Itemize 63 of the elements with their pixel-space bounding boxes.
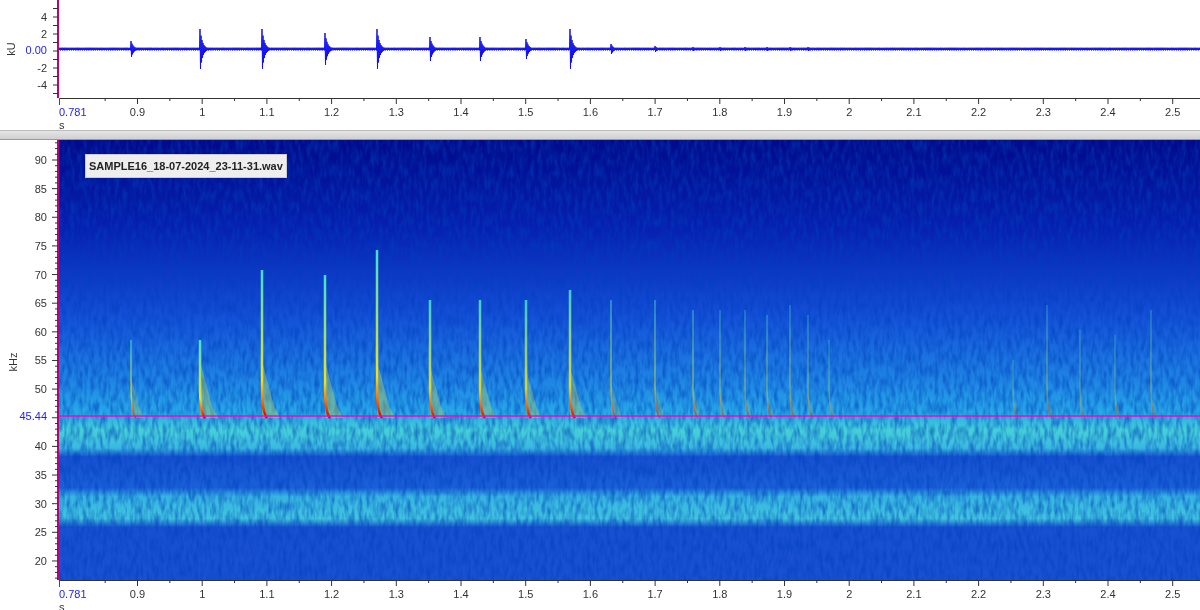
cursor-value-label: 45.44 — [19, 410, 47, 422]
axis-tick-label: 2 — [40, 28, 47, 40]
axis-tick-label: 1 — [199, 106, 206, 118]
axis-tick-label: 60 — [34, 325, 47, 338]
axis-tick-label: 1.8 — [712, 588, 728, 600]
axis-tick-label: 20 — [34, 554, 47, 567]
axis-tick-label: 1.6 — [582, 106, 599, 118]
axis-tick-label: 1.4 — [453, 588, 469, 600]
axis-tick-label: 0.781 — [59, 106, 87, 118]
axis-tick-label: 40 — [34, 440, 47, 453]
axis-tick-label: 1 — [199, 588, 206, 600]
axis-tick-label: 55 — [34, 354, 47, 367]
axis-tick-label: 2 — [846, 106, 853, 118]
axis-tick-label: -2 — [37, 62, 47, 74]
axis-tick-label: 35 — [34, 469, 47, 482]
axis-tick-label: 2.1 — [906, 588, 922, 600]
file-name-label: SAMPLE16_18-07-2024_23-11-31.wav — [85, 154, 287, 178]
axis-tick-label: 1.2 — [323, 106, 340, 118]
axis-tick-label: 2.2 — [970, 588, 987, 600]
axis-tick-label: -4 — [37, 79, 47, 91]
axis-tick-label: 4 — [40, 11, 47, 23]
axis-tick-label: 30 — [34, 497, 47, 510]
axis-tick-label: 1.3 — [388, 588, 404, 600]
axis-tick-label: 1.1 — [259, 106, 275, 118]
axis-tick-label: 65 — [34, 297, 47, 310]
axis-tick-label: 1.7 — [647, 588, 663, 600]
axis-tick-label: 2.2 — [970, 106, 987, 118]
axis-tick-label: 1.1 — [259, 588, 275, 600]
axis-tick-label: 2.1 — [906, 106, 922, 118]
axis-tick-label: 1.8 — [712, 106, 728, 118]
cursor-line[interactable] — [59, 415, 1200, 417]
axis-tick-label: 2.3 — [1035, 106, 1051, 118]
axis-tick-label: 70 — [34, 268, 47, 281]
axis-unit-label: kU — [4, 42, 17, 56]
axis-tick-label: 0.781 — [59, 588, 87, 600]
axis-tick-label: 0.9 — [129, 106, 146, 118]
call-trace — [1012, 359, 1019, 419]
cursor-value-label: 0.00 — [25, 44, 47, 56]
axis-tick-label: 1.9 — [776, 106, 793, 118]
axis-tick-label: 2.4 — [1100, 106, 1116, 118]
axis-tick-label: 2.5 — [1165, 588, 1181, 600]
axis-tick-label: 1.2 — [323, 588, 340, 600]
axis-tick-label: 85 — [34, 182, 47, 195]
panel-splitter[interactable] — [0, 130, 1200, 140]
axis-tick-label: 1.4 — [453, 106, 469, 118]
axis-unit-label: kHz — [7, 352, 20, 372]
axis-tick-label: 90 — [34, 154, 47, 166]
axis-tick-label: 1.5 — [518, 588, 534, 600]
axis-tick-label: 1.6 — [582, 588, 599, 600]
axis-tick-label: 2.4 — [1100, 588, 1116, 600]
axis-unit-label: s — [59, 119, 65, 131]
axis-tick-label: 50 — [34, 383, 47, 396]
axis-tick-label: 2 — [846, 588, 853, 600]
axis-tick-label: 0.9 — [129, 588, 146, 600]
axis-tick-label: 80 — [34, 211, 47, 224]
axis-tick-label: 1.9 — [776, 588, 793, 600]
axis-tick-label: 25 — [34, 526, 47, 539]
axis-tick-label: 75 — [34, 239, 47, 252]
axis-tick-label: 1.3 — [388, 106, 404, 118]
axis-tick-label: 2.5 — [1165, 106, 1181, 118]
axis-tick-label: 1.5 — [518, 106, 534, 118]
axis-tick-label: 1.7 — [647, 106, 663, 118]
axis-tick-label: 2.3 — [1035, 588, 1051, 600]
